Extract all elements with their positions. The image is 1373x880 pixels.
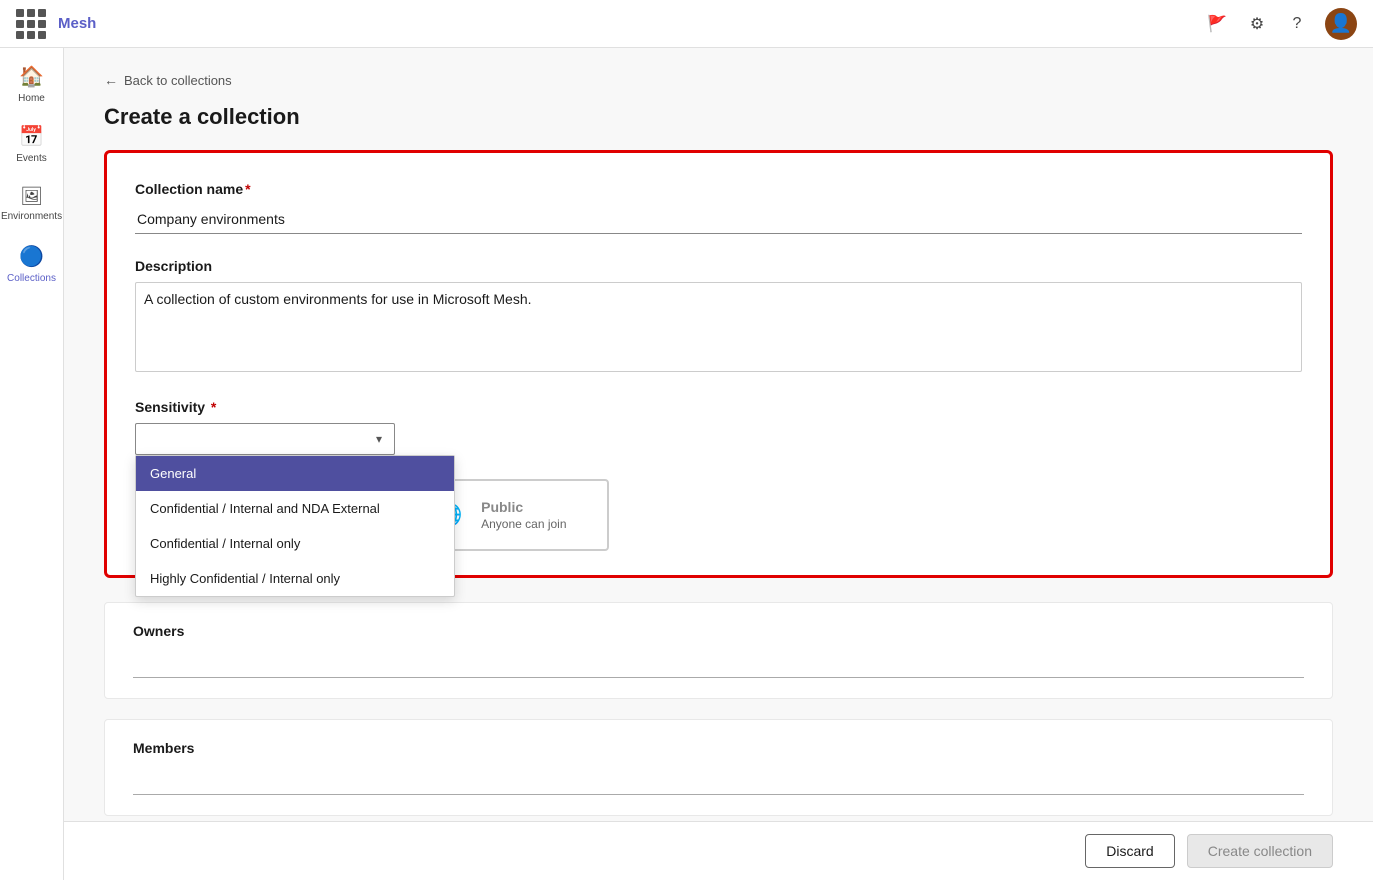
collection-name-input[interactable] xyxy=(135,205,1302,234)
sensitivity-option-general[interactable]: General xyxy=(136,456,454,491)
access-public-title: Public xyxy=(481,499,566,515)
collection-name-group: Collection name* xyxy=(135,181,1302,234)
access-public-subtitle: Anyone can join xyxy=(481,517,566,531)
back-link[interactable]: Back to collections xyxy=(124,73,232,88)
sensitivity-option-highly-confidential[interactable]: Highly Confidential / Internal only xyxy=(136,561,454,596)
sensitivity-group: Sensitivity * ▾ General Confidential / I… xyxy=(135,399,1302,455)
sidebar-item-collections[interactable]: 🔵 Collections xyxy=(4,236,60,292)
sidebar-item-home[interactable]: 🏠 Home xyxy=(4,56,60,112)
sensitivity-label: Sensitivity * xyxy=(135,399,1302,415)
sidebar-environments-label: Environments xyxy=(1,211,62,223)
members-section: Members xyxy=(104,719,1333,816)
flag-icon[interactable]: 🚩 xyxy=(1205,12,1229,36)
description-label: Description xyxy=(135,258,1302,274)
members-input[interactable] xyxy=(133,766,1304,795)
action-bar: Discard Create collection xyxy=(64,821,1373,880)
sidebar-collections-label: Collections xyxy=(7,273,56,285)
sensitivity-option-confidential-internal[interactable]: Confidential / Internal only xyxy=(136,526,454,561)
grid-icon[interactable] xyxy=(16,9,46,39)
description-textarea[interactable]: A collection of custom environments for … xyxy=(135,282,1302,372)
collections-icon: 🔵 xyxy=(19,244,44,269)
create-collection-button[interactable]: Create collection xyxy=(1187,834,1333,868)
sensitivity-wrapper: ▾ General Confidential / Internal and ND… xyxy=(135,423,1302,455)
access-public-text: Public Anyone can join xyxy=(481,499,566,531)
topbar-right: 🚩 ⚙ ? 👤 xyxy=(1205,8,1357,40)
page-title: Create a collection xyxy=(104,104,1333,130)
form-card: Collection name* Description A collectio… xyxy=(104,150,1333,578)
back-arrow-icon: ← xyxy=(104,72,118,88)
sidebar-home-label: Home xyxy=(18,93,45,105)
owners-section: Owners xyxy=(104,602,1333,699)
members-label: Members xyxy=(133,740,1304,756)
sensitivity-dropdown-trigger[interactable]: ▾ xyxy=(135,423,395,455)
topbar-left: Mesh xyxy=(16,9,96,39)
sidebar: 🏠 Home 📅 Events 🖼 Environments 🔵 Collect… xyxy=(0,48,64,880)
home-icon: 🏠 xyxy=(19,64,44,89)
sidebar-item-environments[interactable]: 🖼 Environments xyxy=(4,176,60,232)
sensitivity-option-confidential-nda[interactable]: Confidential / Internal and NDA External xyxy=(136,491,454,526)
app-title: Mesh xyxy=(58,15,96,32)
avatar[interactable]: 👤 xyxy=(1325,8,1357,40)
discard-button[interactable]: Discard xyxy=(1085,834,1174,868)
breadcrumb[interactable]: ← Back to collections xyxy=(104,72,1333,88)
description-group: Description A collection of custom envir… xyxy=(135,258,1302,375)
topbar: Mesh 🚩 ⚙ ? 👤 xyxy=(0,0,1373,48)
collection-name-label: Collection name* xyxy=(135,181,1302,197)
sensitivity-dropdown-menu: General Confidential / Internal and NDA … xyxy=(135,455,455,597)
main-layout: 🏠 Home 📅 Events 🖼 Environments 🔵 Collect… xyxy=(0,48,1373,880)
help-icon[interactable]: ? xyxy=(1285,12,1309,36)
sidebar-events-label: Events xyxy=(16,153,47,165)
events-icon: 📅 xyxy=(19,124,44,149)
owners-label: Owners xyxy=(133,623,1304,639)
environments-icon: 🖼 xyxy=(20,186,43,207)
content-area: ← Back to collections Create a collectio… xyxy=(64,48,1373,880)
gear-icon[interactable]: ⚙ xyxy=(1245,12,1269,36)
sidebar-item-events[interactable]: 📅 Events xyxy=(4,116,60,172)
owners-input[interactable] xyxy=(133,649,1304,678)
chevron-down-icon: ▾ xyxy=(376,432,382,446)
